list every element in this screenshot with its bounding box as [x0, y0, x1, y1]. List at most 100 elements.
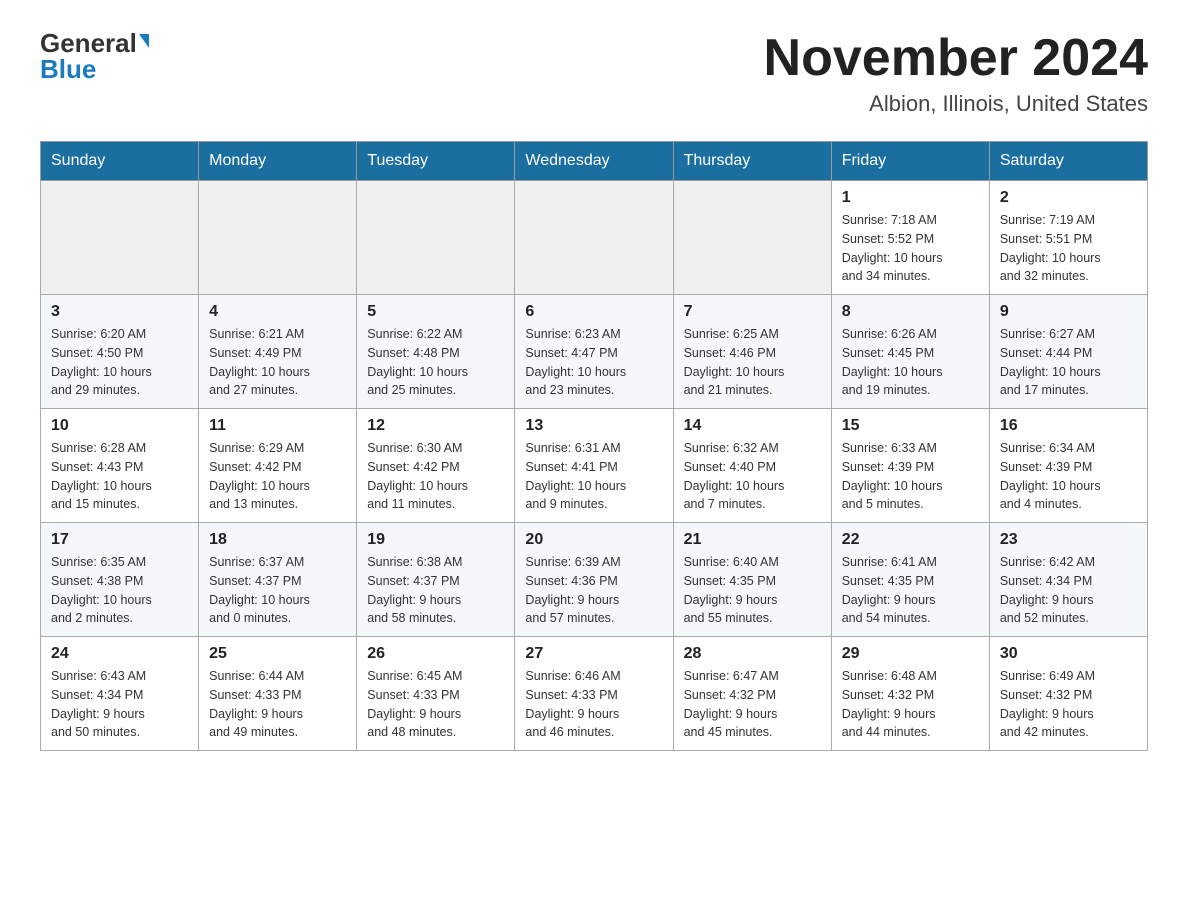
- column-header-monday: Monday: [199, 142, 357, 181]
- calendar-cell: [357, 181, 515, 295]
- day-info: Sunrise: 6:46 AM Sunset: 4:33 PM Dayligh…: [525, 667, 662, 742]
- week-row-3: 10 Sunrise: 6:28 AM Sunset: 4:43 PM Dayli…: [41, 409, 1148, 523]
- logo: General Blue: [40, 30, 149, 82]
- calendar-cell: 11 Sunrise: 6:29 AM Sunset: 4:42 PM Dayli…: [199, 409, 357, 523]
- week-row-2: 3Sunrise: 6:20 AM Sunset: 4:50 PM Daylig…: [41, 295, 1148, 409]
- calendar-header-row: SundayMondayTuesdayWednesdayThursdayFrid…: [41, 142, 1148, 181]
- calendar-cell: 7 Sunrise: 6:25 AM Sunset: 4:46 PM Daylig…: [673, 295, 831, 409]
- calendar-cell: 8 Sunrise: 6:26 AM Sunset: 4:45 PM Daylig…: [831, 295, 989, 409]
- column-header-tuesday: Tuesday: [357, 142, 515, 181]
- day-info: Sunrise: 6:28 AM Sunset: 4:43 PM Dayligh…: [51, 439, 188, 514]
- calendar-cell: 29Sunrise: 6:48 AM Sunset: 4:32 PM Dayli…: [831, 637, 989, 751]
- day-info: Sunrise: 6:49 AM Sunset: 4:32 PM Dayligh…: [1000, 667, 1137, 742]
- calendar-cell: 30 Sunrise: 6:49 AM Sunset: 4:32 PM Dayli…: [989, 637, 1147, 751]
- day-info: Sunrise: 6:35 AM Sunset: 4:38 PM Dayligh…: [51, 553, 188, 628]
- calendar-cell: 17 Sunrise: 6:35 AM Sunset: 4:38 PM Dayli…: [41, 523, 199, 637]
- day-info: Sunrise: 6:48 AM Sunset: 4:32 PM Dayligh…: [842, 667, 979, 742]
- day-info: Sunrise: 6:31 AM Sunset: 4:41 PM Dayligh…: [525, 439, 662, 514]
- calendar-cell: 4 Sunrise: 6:21 AM Sunset: 4:49 PM Daylig…: [199, 295, 357, 409]
- day-number: 7: [684, 303, 821, 321]
- day-number: 26: [367, 645, 504, 663]
- day-number: 23: [1000, 531, 1137, 549]
- day-number: 17: [51, 531, 188, 549]
- calendar-cell: 12Sunrise: 6:30 AM Sunset: 4:42 PM Dayli…: [357, 409, 515, 523]
- day-info: Sunrise: 7:18 AM Sunset: 5:52 PM Dayligh…: [842, 211, 979, 286]
- calendar-cell: 15 Sunrise: 6:33 AM Sunset: 4:39 PM Dayli…: [831, 409, 989, 523]
- day-info: Sunrise: 6:39 AM Sunset: 4:36 PM Dayligh…: [525, 553, 662, 628]
- calendar-cell: 21 Sunrise: 6:40 AM Sunset: 4:35 PM Dayli…: [673, 523, 831, 637]
- day-number: 8: [842, 303, 979, 321]
- day-info: Sunrise: 6:26 AM Sunset: 4:45 PM Dayligh…: [842, 325, 979, 400]
- day-info: Sunrise: 6:23 AM Sunset: 4:47 PM Dayligh…: [525, 325, 662, 400]
- day-number: 16: [1000, 417, 1137, 435]
- day-info: Sunrise: 6:45 AM Sunset: 4:33 PM Dayligh…: [367, 667, 504, 742]
- day-number: 27: [525, 645, 662, 663]
- calendar-cell: 14Sunrise: 6:32 AM Sunset: 4:40 PM Dayli…: [673, 409, 831, 523]
- day-number: 6: [525, 303, 662, 321]
- day-info: Sunrise: 6:20 AM Sunset: 4:50 PM Dayligh…: [51, 325, 188, 400]
- calendar-cell: 18 Sunrise: 6:37 AM Sunset: 4:37 PM Dayli…: [199, 523, 357, 637]
- calendar-cell: 2 Sunrise: 7:19 AM Sunset: 5:51 PM Daylig…: [989, 181, 1147, 295]
- day-info: Sunrise: 6:38 AM Sunset: 4:37 PM Dayligh…: [367, 553, 504, 628]
- day-number: 21: [684, 531, 821, 549]
- calendar-cell: 6 Sunrise: 6:23 AM Sunset: 4:47 PM Daylig…: [515, 295, 673, 409]
- location-title: Albion, Illinois, United States: [764, 91, 1148, 117]
- logo-blue-text: Blue: [40, 56, 96, 82]
- week-row-5: 24 Sunrise: 6:43 AM Sunset: 4:34 PM Dayli…: [41, 637, 1148, 751]
- day-info: Sunrise: 6:43 AM Sunset: 4:34 PM Dayligh…: [51, 667, 188, 742]
- day-info: Sunrise: 6:34 AM Sunset: 4:39 PM Dayligh…: [1000, 439, 1137, 514]
- month-title: November 2024: [764, 30, 1148, 87]
- week-row-1: 1 Sunrise: 7:18 AM Sunset: 5:52 PM Daylig…: [41, 181, 1148, 295]
- day-info: Sunrise: 6:41 AM Sunset: 4:35 PM Dayligh…: [842, 553, 979, 628]
- calendar-cell: 16 Sunrise: 6:34 AM Sunset: 4:39 PM Dayli…: [989, 409, 1147, 523]
- day-info: Sunrise: 6:47 AM Sunset: 4:32 PM Dayligh…: [684, 667, 821, 742]
- day-number: 28: [684, 645, 821, 663]
- day-info: Sunrise: 6:21 AM Sunset: 4:49 PM Dayligh…: [209, 325, 346, 400]
- day-number: 4: [209, 303, 346, 321]
- column-header-friday: Friday: [831, 142, 989, 181]
- calendar-cell: 5Sunrise: 6:22 AM Sunset: 4:48 PM Daylig…: [357, 295, 515, 409]
- day-number: 2: [1000, 189, 1137, 207]
- title-section: November 2024 Albion, Illinois, United S…: [764, 30, 1148, 117]
- calendar-cell: [673, 181, 831, 295]
- page-header: General Blue November 2024 Albion, Illin…: [40, 30, 1148, 117]
- day-number: 14: [684, 417, 821, 435]
- calendar-cell: [515, 181, 673, 295]
- calendar-cell: [199, 181, 357, 295]
- calendar-cell: 3Sunrise: 6:20 AM Sunset: 4:50 PM Daylig…: [41, 295, 199, 409]
- day-info: Sunrise: 7:19 AM Sunset: 5:51 PM Dayligh…: [1000, 211, 1137, 286]
- day-number: 15: [842, 417, 979, 435]
- day-number: 18: [209, 531, 346, 549]
- day-number: 30: [1000, 645, 1137, 663]
- column-header-sunday: Sunday: [41, 142, 199, 181]
- day-info: Sunrise: 6:40 AM Sunset: 4:35 PM Dayligh…: [684, 553, 821, 628]
- calendar-cell: 28 Sunrise: 6:47 AM Sunset: 4:32 PM Dayli…: [673, 637, 831, 751]
- calendar-cell: 13 Sunrise: 6:31 AM Sunset: 4:41 PM Dayli…: [515, 409, 673, 523]
- calendar-cell: 20 Sunrise: 6:39 AM Sunset: 4:36 PM Dayli…: [515, 523, 673, 637]
- day-number: 13: [525, 417, 662, 435]
- day-number: 24: [51, 645, 188, 663]
- day-number: 22: [842, 531, 979, 549]
- calendar-cell: 10 Sunrise: 6:28 AM Sunset: 4:43 PM Dayli…: [41, 409, 199, 523]
- day-info: Sunrise: 6:30 AM Sunset: 4:42 PM Dayligh…: [367, 439, 504, 514]
- logo-general-text: General: [40, 30, 137, 56]
- calendar-cell: 1 Sunrise: 7:18 AM Sunset: 5:52 PM Daylig…: [831, 181, 989, 295]
- day-number: 11: [209, 417, 346, 435]
- day-number: 10: [51, 417, 188, 435]
- calendar-table: SundayMondayTuesdayWednesdayThursdayFrid…: [40, 141, 1148, 751]
- calendar-cell: 27 Sunrise: 6:46 AM Sunset: 4:33 PM Dayli…: [515, 637, 673, 751]
- calendar-cell: 9Sunrise: 6:27 AM Sunset: 4:44 PM Daylig…: [989, 295, 1147, 409]
- day-info: Sunrise: 6:22 AM Sunset: 4:48 PM Dayligh…: [367, 325, 504, 400]
- day-info: Sunrise: 6:25 AM Sunset: 4:46 PM Dayligh…: [684, 325, 821, 400]
- day-number: 1: [842, 189, 979, 207]
- day-info: Sunrise: 6:37 AM Sunset: 4:37 PM Dayligh…: [209, 553, 346, 628]
- calendar-cell: 22 Sunrise: 6:41 AM Sunset: 4:35 PM Dayli…: [831, 523, 989, 637]
- day-info: Sunrise: 6:33 AM Sunset: 4:39 PM Dayligh…: [842, 439, 979, 514]
- day-number: 9: [1000, 303, 1137, 321]
- day-info: Sunrise: 6:29 AM Sunset: 4:42 PM Dayligh…: [209, 439, 346, 514]
- calendar-cell: 25Sunrise: 6:44 AM Sunset: 4:33 PM Dayli…: [199, 637, 357, 751]
- calendar-cell: 24 Sunrise: 6:43 AM Sunset: 4:34 PM Dayli…: [41, 637, 199, 751]
- day-number: 20: [525, 531, 662, 549]
- day-number: 25: [209, 645, 346, 663]
- logo-arrow-icon: [139, 34, 149, 48]
